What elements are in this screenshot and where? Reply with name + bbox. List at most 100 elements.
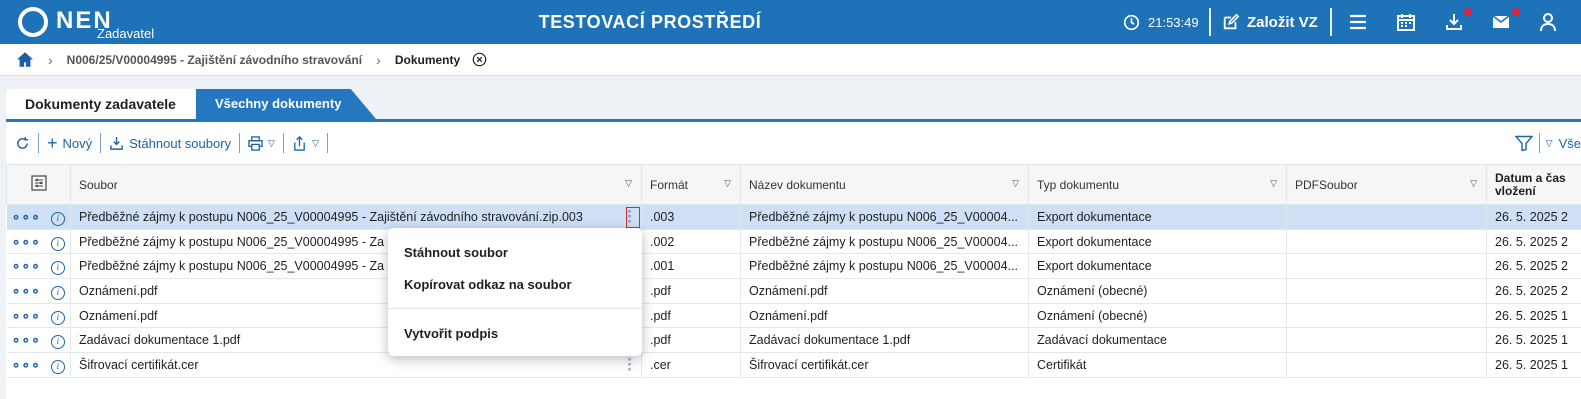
menu-icon[interactable] xyxy=(1348,12,1368,32)
download-icon[interactable] xyxy=(1444,12,1464,32)
table-row[interactable]: ∘∘∘ i Šifrovací certifikát.cer ∘ ∘ ∘ .cer Šifro… xyxy=(6,352,1581,378)
toolbar: + Nový Stáhnout soubory ▽ ▽ ▽ Vše xyxy=(6,122,1581,164)
create-tender-label: Založit VZ xyxy=(1247,13,1318,31)
info-icon[interactable]: i xyxy=(50,359,65,374)
more-actions-icon[interactable]: ∘∘∘ xyxy=(12,257,41,273)
table-row[interactable]: ∘∘∘ i Předběžné zájmy k postupu N006_25_V0… xyxy=(6,229,1581,255)
download-files-button[interactable]: Stáhnout soubory xyxy=(101,133,239,153)
menu-item-download-file[interactable]: Stáhnout soubor xyxy=(404,245,508,260)
new-button[interactable]: + Nový xyxy=(39,133,100,153)
menu-divider xyxy=(388,308,642,309)
toolbar-divider xyxy=(326,133,328,153)
column-filter-icon[interactable]: ▽ xyxy=(724,178,731,189)
refresh-button[interactable] xyxy=(6,133,38,153)
user-icon[interactable] xyxy=(1538,12,1558,32)
cell-file[interactable]: Předběžné zájmy k postupu N006_25_V00004… xyxy=(70,204,642,230)
cell-pdf-file xyxy=(1286,278,1487,304)
menu-item-create-signature[interactable]: Vytvořit podpis xyxy=(404,326,498,341)
home-icon[interactable] xyxy=(16,51,34,68)
caret-down-icon: ▽ xyxy=(311,137,319,148)
mail-icon[interactable] xyxy=(1491,12,1511,32)
file-menu-kebab-icon[interactable]: ∘ ∘ ∘ xyxy=(626,207,640,228)
calendar-icon[interactable] xyxy=(1396,12,1416,32)
cell-file[interactable]: Šifrovací certifikát.cer ∘ ∘ ∘ xyxy=(70,352,642,378)
export-menu-button[interactable]: ▽ xyxy=(284,133,327,153)
cell-document-type: Zadávací dokumentace xyxy=(1028,327,1287,354)
tab-all-documents[interactable]: Všechny dokumenty xyxy=(196,89,376,119)
cell-pdf-file xyxy=(1286,253,1487,280)
column-header-pdf-file[interactable]: PDFSoubor ▽ xyxy=(1286,164,1487,205)
column-header-document-type[interactable]: Typ dokumentu ▽ xyxy=(1028,164,1287,205)
tab-client-documents[interactable]: Dokumenty zadavatele xyxy=(6,89,196,119)
download-files-label: Stáhnout soubory xyxy=(129,135,232,151)
share-icon xyxy=(294,135,305,151)
column-header-format[interactable]: Formát ▽ xyxy=(641,164,741,205)
toolbar-divider xyxy=(100,133,102,153)
mail-notification-dot xyxy=(1512,8,1520,16)
chevron-right-icon: › xyxy=(48,51,53,68)
info-icon[interactable]: i xyxy=(50,310,65,325)
cell-format: .003 xyxy=(641,204,741,230)
cell-format: .pdf xyxy=(641,327,741,354)
menu-item-copy-file-link[interactable]: Kopírovat odkaz na soubor xyxy=(404,277,572,292)
cell-pdf-file xyxy=(1286,327,1487,354)
cell-format: .cer xyxy=(641,352,741,378)
print-menu-button[interactable]: ▽ xyxy=(240,133,283,153)
chevron-right-icon: › xyxy=(376,51,381,68)
cell-format: .002 xyxy=(641,229,741,255)
session-clock: 21:53:49 xyxy=(1123,0,1199,44)
cell-document-name: Předběžné zájmy k postupu N006_25_V00004… xyxy=(740,229,1029,255)
row-actions-cell: ∘∘∘ i xyxy=(6,327,71,354)
column-filter-icon[interactable]: ▽ xyxy=(625,178,632,189)
more-actions-icon[interactable]: ∘∘∘ xyxy=(12,331,41,347)
table-row[interactable]: ∘∘∘ i Předběžné zájmy k postupu N006_25_V0… xyxy=(6,204,1581,230)
more-actions-icon[interactable]: ∘∘∘ xyxy=(12,208,41,224)
info-icon[interactable]: i xyxy=(50,236,65,251)
column-header-file[interactable]: Soubor ▽ xyxy=(70,164,642,205)
table-row[interactable]: ∘∘∘ i Zadávací dokumentace 1.pdf .pdf Zadáva… xyxy=(6,327,1581,354)
column-header-inserted-at[interactable]: Datum a čas vložení xyxy=(1486,164,1581,205)
cell-document-type: Export dokumentace xyxy=(1028,229,1287,255)
more-actions-icon[interactable]: ∘∘∘ xyxy=(12,282,41,298)
column-filter-icon[interactable]: ▽ xyxy=(1270,178,1277,189)
more-actions-icon[interactable]: ∘∘∘ xyxy=(12,307,41,323)
cell-inserted-at: 26. 5. 2025 1 xyxy=(1486,303,1581,329)
divider xyxy=(1209,8,1211,36)
toolbar-divider xyxy=(282,133,284,153)
refresh-icon xyxy=(17,136,29,149)
more-actions-icon[interactable]: ∘∘∘ xyxy=(12,356,41,372)
info-icon[interactable]: i xyxy=(50,285,65,300)
filter-icon[interactable] xyxy=(1514,135,1533,152)
info-icon[interactable]: i xyxy=(50,335,65,350)
cell-document-name: Zadávací dokumentace 1.pdf xyxy=(740,327,1029,354)
column-settings-header[interactable] xyxy=(6,164,71,205)
more-actions-icon[interactable]: ∘∘∘ xyxy=(12,233,41,249)
edit-icon xyxy=(1223,13,1240,30)
table-row[interactable]: ∘∘∘ i Oznámení.pdf .pdf Oznámení.pdf Oznámení… xyxy=(6,303,1581,329)
filter-controls: ▽ Vše xyxy=(1514,133,1581,153)
column-filter-icon[interactable]: ▽ xyxy=(1470,178,1477,189)
table-row[interactable]: ∘∘∘ i Předběžné zájmy k postupu N006_25_V0… xyxy=(6,253,1581,280)
file-menu-kebab-icon[interactable]: ∘ ∘ ∘ xyxy=(627,356,639,375)
row-actions-cell: ∘∘∘ i xyxy=(6,303,71,329)
breadcrumb-item-procurement[interactable]: N006/25/V00004995 - Zajištění závodního … xyxy=(67,53,362,67)
cell-document-type: Export dokumentace xyxy=(1028,253,1287,280)
view-filter-label[interactable]: Vše xyxy=(1559,136,1581,151)
row-actions-cell: ∘∘∘ i xyxy=(6,204,71,230)
info-icon[interactable]: i xyxy=(50,211,65,226)
toolbar-divider xyxy=(1538,133,1540,153)
create-tender-button[interactable]: Založit VZ xyxy=(1222,0,1318,44)
cell-pdf-file xyxy=(1286,352,1487,378)
info-icon[interactable]: i xyxy=(50,261,65,276)
cell-document-type: Export dokumentace xyxy=(1028,204,1287,230)
column-filter-icon[interactable]: ▽ xyxy=(1012,178,1019,189)
column-header-document-name[interactable]: Název dokumentu ▽ xyxy=(740,164,1029,205)
row-context-menu: Stáhnout soubor Kopírovat odkaz na soubo… xyxy=(388,228,642,356)
top-bar: NEN Zadavatel TESTOVACÍ PROSTŘEDÍ 21:53:… xyxy=(0,0,1581,44)
cell-document-type: Oznámení (obecné) xyxy=(1028,303,1287,329)
table-row[interactable]: ∘∘∘ i Oznámení.pdf .pdf Oznámení.pdf Oznámení… xyxy=(6,278,1581,304)
row-actions-cell: ∘∘∘ i xyxy=(6,229,71,255)
column-settings-icon xyxy=(30,175,47,191)
close-icon[interactable] xyxy=(472,52,487,67)
cell-document-name: Předběžné zájmy k postupu N006_25_V00004… xyxy=(740,204,1029,230)
